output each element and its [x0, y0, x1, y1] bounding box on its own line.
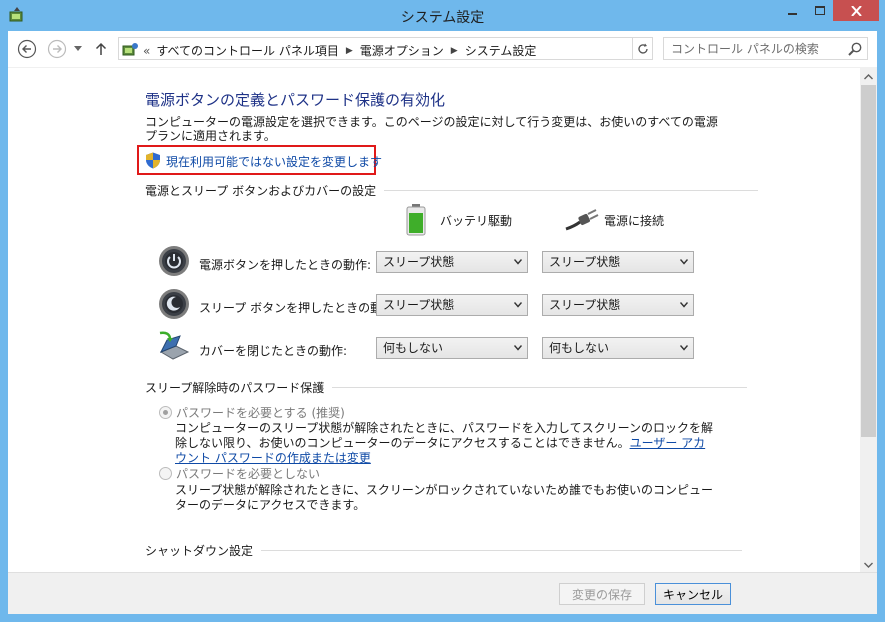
- breadcrumb: « すべてのコントロール パネル項目 ▶ 電源オプション ▶ システム設定: [143, 42, 536, 59]
- lid-close-battery-select[interactable]: 何もしない: [376, 337, 528, 359]
- breadcrumb-item-power-options[interactable]: 電源オプション: [360, 42, 444, 59]
- breadcrumb-item-all-control-panel[interactable]: すべてのコントロール パネル項目: [156, 42, 339, 59]
- change-unavailable-settings-link[interactable]: 現在利用可能ではない設定を変更します: [137, 145, 382, 175]
- chevron-down-icon: [514, 259, 522, 265]
- scroll-down-button[interactable]: [860, 556, 877, 573]
- power-button-plugged-select[interactable]: スリープ状態: [542, 251, 694, 273]
- forward-button[interactable]: [46, 38, 68, 60]
- chevron-down-icon: [864, 562, 873, 568]
- shutdown-section-title: シャットダウン設定: [145, 544, 254, 558]
- sleep-button-plugged-select[interactable]: スリープ状態: [542, 294, 694, 316]
- page-title: 電源ボタンの定義とパスワード保護の有効化: [145, 91, 446, 109]
- require-password-label: パスワードを必要とする (推奨): [176, 406, 345, 420]
- chevron-down-icon: [680, 302, 688, 308]
- system-settings-window: システム設定 « すべてのコントロール パネル項目 ▶ 電源オプション ▶ シス…: [0, 0, 885, 622]
- no-password-description: スリープ状態が解除されたときに、スクリーンがロックされていないため誰でもお使いの…: [175, 483, 715, 513]
- back-arrow-icon: [17, 39, 37, 59]
- chevron-down-icon: [514, 302, 522, 308]
- minimize-icon: [787, 12, 797, 15]
- chevron-down-icon: [680, 259, 688, 265]
- sleep-button-plugged-value: スリープ状態: [549, 298, 621, 312]
- dialog-footer: 変更の保存 キャンセル: [8, 572, 877, 614]
- maximize-button[interactable]: [806, 0, 833, 21]
- chevron-up-icon: [864, 73, 873, 79]
- title-bar[interactable]: システム設定: [0, 0, 885, 31]
- battery-column-label: バッテリ駆動: [440, 213, 513, 228]
- battery-icon: [406, 204, 426, 236]
- address-bar[interactable]: « すべてのコントロール パネル項目 ▶ 電源オプション ▶ システム設定: [118, 37, 730, 60]
- laptop-lid-icon: [159, 331, 190, 360]
- section-divider: [332, 387, 748, 388]
- close-button[interactable]: [833, 0, 879, 21]
- sleep-button-battery-select[interactable]: スリープ状態: [376, 294, 528, 316]
- breadcrumb-overflow[interactable]: «: [143, 44, 150, 58]
- breadcrumb-separator-icon[interactable]: ▶: [346, 46, 353, 56]
- power-button-battery-value: スリープ状態: [383, 255, 455, 269]
- search-input[interactable]: [664, 38, 844, 59]
- plugged-in-column-label: 電源に接続: [604, 213, 665, 228]
- power-button-action-label: 電源ボタンを押したときの動作:: [199, 258, 372, 272]
- password-section-title: スリープ解除時のパスワード保護: [145, 381, 325, 395]
- chevron-down-icon: [514, 345, 522, 351]
- require-password-option[interactable]: パスワードを必要とする (推奨): [159, 404, 345, 421]
- search-icon[interactable]: [847, 41, 863, 57]
- power-section-header: 電源とスリープ ボタンおよびカバーの設定: [145, 182, 759, 199]
- uac-shield-icon: [146, 152, 160, 169]
- forward-arrow-icon: [47, 39, 67, 59]
- require-password-description: コンピューターのスリープ状態が解除されたときに、パスワードを入力してスクリーンの…: [175, 421, 715, 466]
- breadcrumb-separator-icon[interactable]: ▶: [451, 46, 458, 56]
- section-divider: [384, 190, 759, 191]
- power-button-battery-select[interactable]: スリープ状態: [376, 251, 528, 273]
- power-plug-icon: [565, 209, 599, 231]
- window-title: システム設定: [400, 10, 485, 26]
- close-icon: [850, 5, 862, 16]
- breadcrumb-item-system-settings[interactable]: システム設定: [465, 42, 537, 59]
- password-section-header: スリープ解除時のパスワード保護: [145, 379, 748, 396]
- sleep-button-action-label: スリープ ボタンを押したときの動作:: [199, 301, 399, 315]
- content-pane: 電源ボタンの定義とパスワード保護の有効化 コンピューターの電源設定を選択できます…: [8, 67, 877, 573]
- power-section-title: 電源とスリープ ボタンおよびカバーの設定: [145, 184, 377, 198]
- recent-locations-dropdown[interactable]: [70, 38, 86, 60]
- vertical-scrollbar[interactable]: [860, 68, 877, 573]
- no-password-radio[interactable]: [159, 467, 172, 480]
- power-button-plugged-value: スリープ状態: [549, 255, 621, 269]
- scroll-up-button[interactable]: [860, 68, 877, 85]
- save-changes-button[interactable]: 変更の保存: [559, 583, 645, 605]
- shutdown-section-header: シャットダウン設定: [145, 542, 743, 559]
- sleep-button-icon: [159, 289, 189, 319]
- up-arrow-icon: [95, 42, 107, 55]
- refresh-icon: [637, 43, 648, 54]
- lid-close-plugged-select[interactable]: 何もしない: [542, 337, 694, 359]
- chevron-down-icon: [74, 46, 82, 51]
- no-password-option[interactable]: パスワードを必要としない: [159, 465, 320, 482]
- refresh-button[interactable]: [633, 37, 653, 60]
- chevron-down-icon: [680, 345, 688, 351]
- lid-close-plugged-value: 何もしない: [549, 341, 610, 355]
- scrollbar-thumb[interactable]: [861, 85, 876, 437]
- plugged-in-column-header: 電源に接続: [564, 209, 664, 231]
- navigation-bar: « すべてのコントロール パネル項目 ▶ 電源オプション ▶ システム設定: [8, 31, 877, 67]
- control-panel-icon: [122, 43, 138, 56]
- lid-close-action-label: カバーを閉じたときの動作:: [199, 344, 348, 358]
- cancel-button[interactable]: キャンセル: [655, 583, 731, 605]
- sleep-button-battery-value: スリープ状態: [383, 298, 455, 312]
- maximize-icon: [814, 5, 825, 15]
- require-password-radio[interactable]: [159, 406, 172, 419]
- lid-close-battery-value: 何もしない: [383, 341, 444, 355]
- page-description: コンピューターの電源設定を選択できます。このページの設定に対して行う変更は、お使…: [145, 115, 718, 143]
- minimize-button[interactable]: [779, 0, 806, 21]
- battery-column-header: バッテリ駆動: [406, 204, 512, 236]
- no-password-desc-text: スリープ状態が解除されたときに、スクリーンがロックされていないため誰でもお使いの…: [175, 483, 713, 512]
- change-settings-link-text[interactable]: 現在利用可能ではない設定を変更します: [166, 153, 382, 170]
- up-button[interactable]: [92, 38, 110, 60]
- section-divider: [261, 550, 743, 551]
- back-button[interactable]: [16, 38, 38, 60]
- power-button-icon: [159, 246, 189, 276]
- search-box[interactable]: [663, 37, 868, 60]
- no-password-label: パスワードを必要としない: [176, 467, 321, 481]
